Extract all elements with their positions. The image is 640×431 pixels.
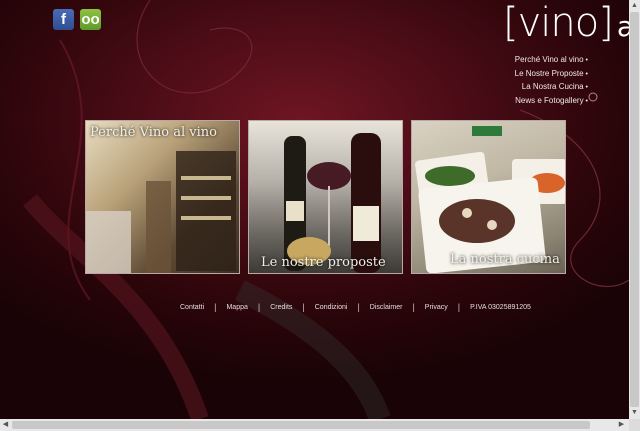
footer-link-disclaimer[interactable]: Disclaimer xyxy=(360,304,413,311)
tile-cucina-caption: La nostra cucina xyxy=(450,252,560,267)
facebook-icon[interactable]: f xyxy=(53,9,74,30)
vertical-scroll-thumb[interactable] xyxy=(630,12,639,407)
logo-brackets: [vino] xyxy=(503,0,614,46)
nav-item-proposte[interactable]: Le Nostre Proposte xyxy=(515,68,588,82)
footer-link-condizioni[interactable]: Condizioni xyxy=(305,304,358,311)
nav-item-cucina[interactable]: La Nostra Cucina xyxy=(515,81,588,95)
nav-item-perche[interactable]: Perché Vino al vino xyxy=(515,54,588,68)
footer-link-credits[interactable]: Credits xyxy=(260,304,302,311)
swirl-dot xyxy=(588,92,598,102)
vertical-scrollbar[interactable]: ▲ ▼ xyxy=(629,0,640,419)
footer-vat-number: P.IVA 03025891205 xyxy=(470,303,531,311)
page: f oo [vino]al vi Perché Vino al vino Le … xyxy=(0,0,629,419)
site-logo[interactable]: [vino]al vi xyxy=(503,0,629,46)
tile-perche-image xyxy=(86,151,236,273)
footer-links: Contatti | Mappa | Credits | Condizioni | Di… xyxy=(170,302,541,312)
main-nav: Perché Vino al vino Le Nostre Proposte L… xyxy=(515,54,588,108)
footer-link-privacy[interactable]: Privacy xyxy=(415,304,458,311)
scroll-right-icon[interactable]: ▶ xyxy=(616,419,627,430)
logo-suffix: al vi xyxy=(616,10,629,43)
tile-perche-caption: Perché Vino al vino xyxy=(90,125,217,140)
nav-item-news[interactable]: News e Fotogallery xyxy=(515,95,588,109)
scroll-down-icon[interactable]: ▼ xyxy=(629,407,640,418)
scroll-up-icon[interactable]: ▲ xyxy=(629,0,640,11)
scrollbar-corner xyxy=(629,419,640,431)
horizontal-scrollbar[interactable]: ◀ ▶ xyxy=(0,419,629,431)
tile-proposte-image xyxy=(284,133,381,273)
tile-perche[interactable]: Perché Vino al vino xyxy=(85,120,240,274)
tripadvisor-icon[interactable]: oo xyxy=(80,9,101,30)
footer-link-mappa[interactable]: Mappa xyxy=(216,304,257,311)
tile-cucina[interactable]: La nostra cucina xyxy=(411,120,566,274)
horizontal-scroll-thumb[interactable] xyxy=(12,421,590,429)
footer-link-contatti[interactable]: Contatti xyxy=(170,304,214,311)
tile-proposte[interactable]: Le nostre proposte xyxy=(248,120,403,274)
tile-proposte-caption: Le nostre proposte xyxy=(261,255,386,270)
social-links: f oo xyxy=(53,9,101,30)
scroll-left-icon[interactable]: ◀ xyxy=(0,419,11,430)
